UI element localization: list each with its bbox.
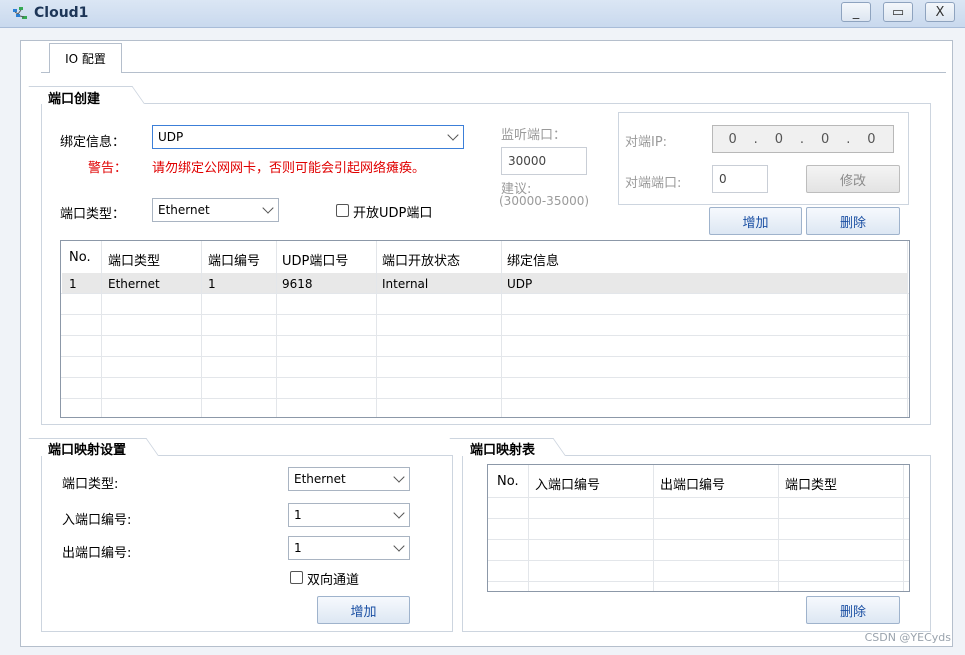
delete-port-button[interactable]: 删除: [806, 207, 900, 235]
col-header-no[interactable]: No.: [69, 250, 91, 265]
mapping-col-header-port-type[interactable]: 端口类型: [785, 474, 837, 493]
delete-port-button-label: 删除: [839, 215, 866, 231]
peer-port-label: 对端端口:: [625, 176, 682, 191]
col-header-udp-port[interactable]: UDP端口号: [282, 250, 348, 269]
suggest-range: (30000-35000): [499, 194, 590, 208]
ip-dot: .: [846, 131, 853, 147]
mapping-port-type-label: 端口类型:: [62, 477, 119, 492]
ip-octet-2: 0: [774, 131, 785, 147]
peer-port-value: 0: [719, 172, 727, 186]
chevron-down-icon: [393, 471, 405, 483]
bidirectional-label: 双向通道: [307, 573, 360, 588]
title-bar: [0, 0, 965, 28]
table-cell-udp-port[interactable]: 9618: [282, 277, 313, 291]
maximize-icon: ▭: [891, 4, 905, 20]
col-header-bind-info[interactable]: 绑定信息: [507, 250, 559, 269]
listen-port-label: 监听端口：: [501, 128, 567, 143]
mapping-col-header-out-port[interactable]: 出端口编号: [660, 474, 725, 493]
col-header-port-number[interactable]: 端口编号: [208, 250, 260, 269]
ip-dot: .: [753, 131, 760, 147]
bidirectional-checkbox[interactable]: [290, 571, 303, 584]
in-port-select[interactable]: 1: [288, 503, 410, 527]
out-port-label: 出端口编号:: [62, 546, 132, 561]
peer-port-input[interactable]: 0: [712, 165, 768, 193]
bind-info-select[interactable]: UDP: [152, 125, 464, 149]
ip-octet-4: 0: [867, 131, 878, 147]
modify-button[interactable]: 修改: [806, 165, 900, 193]
mapping-col-header-no[interactable]: No.: [497, 474, 519, 489]
table-cell-bind-info[interactable]: UDP: [507, 277, 532, 291]
open-udp-checkbox[interactable]: [336, 204, 349, 217]
mapping-port-type-value: Ethernet: [294, 472, 346, 486]
mapping-port-type-select[interactable]: Ethernet: [288, 467, 410, 491]
minimize-icon: _: [852, 4, 860, 20]
out-port-select[interactable]: 1: [288, 536, 410, 560]
col-header-open-status[interactable]: 端口开放状态: [382, 250, 460, 269]
table-cell-port-number[interactable]: 1: [208, 277, 216, 291]
peer-ip-input[interactable]: 0 . 0 . 0 . 0: [712, 125, 894, 153]
modify-button-label: 修改: [839, 173, 866, 189]
ip-dot: .: [799, 131, 807, 147]
warning-text: 请勿绑定公网网卡，否则可能会引起网络瘫痪。: [152, 161, 426, 176]
add-mapping-button-label: 增加: [350, 604, 377, 620]
open-udp-label: 开放UDP端口: [353, 206, 433, 221]
port-table: No. 端口类型 端口编号 UDP端口号 端口开放状态 绑定信息 1 Ether…: [60, 240, 910, 418]
ip-octet-3: 0: [820, 131, 832, 147]
mapping-settings-title: 端口映射设置: [48, 443, 127, 458]
chevron-down-icon: [393, 540, 405, 552]
tab-io-config[interactable]: IO 配置: [49, 43, 122, 73]
tab-io-config-label: IO 配置: [65, 52, 106, 66]
table-cell-no[interactable]: 1: [69, 277, 77, 291]
tab-strip-line: [41, 72, 946, 73]
warning-label: 警告：: [88, 161, 128, 176]
delete-mapping-button[interactable]: 删除: [806, 596, 900, 624]
maximize-button[interactable]: ▭: [883, 2, 913, 22]
ip-octet-1: 0: [728, 131, 739, 147]
port-type-select[interactable]: Ethernet: [152, 198, 279, 222]
mapping-table-title: 端口映射表: [470, 443, 536, 458]
mapping-table: No. 入端口编号 出端口编号 端口类型: [487, 464, 910, 592]
bind-info-value: UDP: [158, 130, 184, 144]
port-type-label: 端口类型：: [60, 207, 126, 222]
mapping-col-header-in-port[interactable]: 入端口编号: [535, 474, 600, 493]
port-creation-title: 端口创建: [48, 92, 101, 107]
listen-port-input[interactable]: 30000: [501, 147, 587, 175]
table-cell-open-status[interactable]: Internal: [382, 277, 428, 291]
col-header-port-type[interactable]: 端口类型: [108, 250, 160, 269]
table-cell-port-type[interactable]: Ethernet: [108, 277, 160, 291]
chevron-down-icon: [262, 202, 274, 214]
cloud-app-icon: [13, 7, 27, 19]
chevron-down-icon: [393, 507, 405, 519]
in-port-label: 入端口编号:: [62, 513, 132, 528]
add-port-button[interactable]: 增加: [709, 207, 802, 235]
in-port-value: 1: [294, 508, 302, 522]
minimize-button[interactable]: _: [841, 2, 871, 22]
chevron-down-icon: [447, 129, 459, 141]
add-mapping-button[interactable]: 增加: [317, 596, 410, 624]
window-title: Cloud1: [34, 5, 89, 21]
peer-ip-label: 对端IP:: [625, 135, 668, 150]
watermark: CSDN @YECyds: [864, 631, 951, 644]
listen-port-value: 30000: [508, 154, 547, 168]
close-button[interactable]: X: [925, 2, 955, 22]
close-icon: X: [935, 4, 945, 20]
add-port-button-label: 增加: [742, 215, 769, 231]
table-row-selected-bg: [62, 273, 908, 293]
bind-info-label: 绑定信息：: [60, 135, 126, 150]
port-type-value: Ethernet: [158, 203, 210, 217]
delete-mapping-button-label: 删除: [839, 604, 866, 620]
out-port-value: 1: [294, 541, 302, 555]
